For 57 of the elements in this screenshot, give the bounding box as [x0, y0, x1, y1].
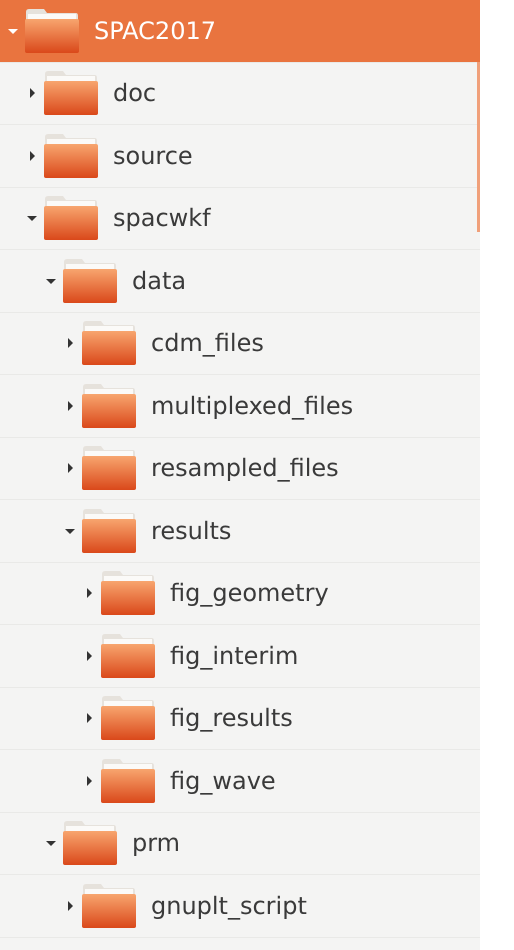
folder-name: prm — [132, 829, 180, 858]
expand-arrow-icon[interactable] — [27, 88, 37, 98]
folder-name: fig_interim — [170, 642, 298, 670]
expand-arrow-icon[interactable] — [27, 150, 37, 161]
folder-row[interactable]: spacwkf — [0, 188, 480, 250]
folder-row[interactable]: cdm_files — [0, 312, 480, 375]
expand-arrow-icon[interactable] — [65, 900, 75, 911]
folder-row[interactable]: fig_interim — [0, 625, 480, 688]
folder-name: spacwkf — [113, 204, 211, 232]
folder-icon — [81, 382, 137, 429]
folder-row[interactable]: multiplexed_files — [0, 375, 480, 438]
folder-icon — [100, 695, 156, 742]
folder-icon — [43, 132, 99, 179]
collapse-arrow-icon[interactable] — [27, 213, 37, 224]
folder-name: fig_geometry — [170, 579, 329, 608]
folder-icon — [62, 820, 118, 866]
folder-name: results — [151, 516, 232, 545]
folder-row[interactable]: resampled_files — [0, 438, 480, 500]
folder-name: data — [132, 266, 186, 295]
scrollbar[interactable] — [477, 62, 480, 232]
folder-name: multiplexed_files — [151, 392, 354, 420]
folder-icon — [43, 70, 99, 116]
folder-name: gnuplt_script — [151, 892, 307, 920]
folder-icon — [100, 758, 156, 804]
expand-arrow-icon[interactable] — [84, 713, 94, 724]
folder-icon — [24, 8, 80, 54]
collapse-arrow-icon[interactable] — [46, 838, 56, 848]
folder-icon — [81, 508, 137, 554]
folder-name: resampled_files — [151, 454, 339, 482]
folder-name: SPAC2017 — [94, 16, 216, 45]
folder-name: doc — [113, 79, 156, 108]
folder-row[interactable]: fig_wave — [0, 750, 480, 812]
expand-arrow-icon[interactable] — [84, 588, 94, 598]
folder-icon — [100, 570, 156, 616]
folder-name: cdm_files — [151, 329, 264, 358]
expand-arrow-icon[interactable] — [84, 776, 94, 786]
folder-name: fig_wave — [170, 766, 276, 795]
folder-row[interactable]: results — [0, 500, 480, 562]
folder-row[interactable]: doc — [0, 62, 480, 125]
folder-row[interactable]: prm — [0, 812, 480, 875]
folder-row[interactable]: source — [0, 125, 480, 188]
expand-arrow-icon[interactable] — [65, 400, 75, 411]
folder-row[interactable]: fig_results — [0, 688, 480, 750]
folder-icon — [81, 320, 137, 366]
folder-icon — [81, 882, 137, 929]
expand-arrow-icon[interactable] — [65, 463, 75, 474]
folder-name: fig_results — [170, 704, 293, 732]
folder-icon — [100, 632, 156, 679]
expand-arrow-icon[interactable] — [65, 338, 75, 348]
expand-arrow-icon[interactable] — [84, 650, 94, 661]
folder-name: source — [113, 142, 193, 170]
folder-icon — [43, 195, 99, 242]
folder-row[interactable]: fig_geometry — [0, 562, 480, 625]
folder-icon — [81, 445, 137, 492]
folder-icon — [62, 258, 118, 304]
folder-row[interactable]: gnuplt_script — [0, 875, 480, 938]
folder-row[interactable]: data — [0, 250, 480, 312]
